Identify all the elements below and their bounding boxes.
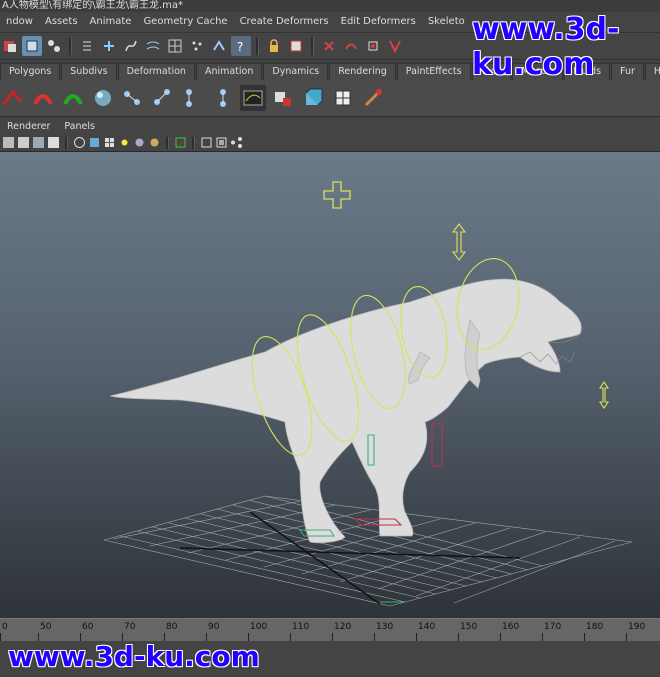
shelf-joint-icon-3[interactable] [180, 85, 206, 111]
camera-select-icon[interactable] [2, 136, 15, 149]
timeline-tick-label: 120 [334, 622, 352, 632]
timeline-tick [290, 633, 291, 641]
snap-view-plane-icon[interactable] [385, 36, 405, 56]
shelf-set-key-icon[interactable] [270, 85, 296, 111]
shelf-tab-dynamics[interactable]: Dynamics [263, 63, 329, 80]
timeline-tick-label: 140 [418, 622, 436, 632]
time-ruler[interactable]: 0 50 60 70 80 90 100 110 120 130 140 150 160 170 180 19… [0, 618, 660, 641]
curve-filter-icon[interactable] [121, 36, 141, 56]
timeline-tick-label: 60 [82, 622, 94, 632]
watermark-bottom: www.3d-ku.com [8, 640, 260, 673]
mask-menu-icon[interactable] [77, 36, 97, 56]
timeline-tick-label: 50 [40, 622, 52, 632]
timeline-tick [374, 633, 375, 641]
timeline-tick-label: 150 [460, 622, 478, 632]
smooth-shade-icon[interactable] [88, 136, 101, 149]
menu-animate[interactable]: Animate [84, 12, 138, 32]
svg-text:?: ? [237, 40, 243, 54]
trex-model[interactable] [109, 278, 582, 544]
timeline-tick-label: 190 [628, 622, 646, 632]
shelf-sphere-icon[interactable] [90, 85, 116, 111]
snap-curve-icon[interactable] [341, 36, 361, 56]
camera-attributes-icon[interactable] [17, 136, 30, 149]
wireframe-icon[interactable] [73, 136, 86, 149]
select-hierarchy-icon[interactable] [0, 36, 20, 56]
shelf-tab-painteffects[interactable]: PaintEffects [396, 63, 471, 80]
lock-selection-icon[interactable] [264, 36, 284, 56]
use-all-lights-icon[interactable] [118, 136, 131, 149]
shelf-graph-editor-icon[interactable] [240, 85, 266, 111]
shadows-icon[interactable] [133, 136, 146, 149]
select-object-icon[interactable] [22, 36, 42, 56]
timeline-tick [542, 633, 543, 641]
shelf-joint-icon-1[interactable] [120, 85, 146, 111]
shelf-tab-polygons[interactable]: Polygons [0, 63, 61, 80]
shelf-skin-red-icon[interactable] [30, 85, 56, 111]
menu-panels[interactable]: Panels [57, 121, 102, 132]
shelf-skin-green-icon[interactable] [60, 85, 86, 111]
isolate-select-icon[interactable] [174, 136, 187, 149]
viewport-scene [103, 181, 633, 607]
menu-window[interactable]: ndow [0, 12, 39, 32]
timeline-tick-label: 80 [166, 622, 178, 632]
shelf-paint-icon[interactable] [360, 85, 386, 111]
timeline-tick-label: 130 [376, 622, 394, 632]
panel-toolbar [0, 134, 660, 152]
surface-filter-icon[interactable] [143, 36, 163, 56]
snap-point-icon[interactable] [363, 36, 383, 56]
timeline-tick [0, 633, 1, 641]
panel-menu-bar: Renderer Panels [0, 118, 660, 134]
viewport-3d[interactable] [0, 152, 660, 618]
xray-joints-icon[interactable] [215, 136, 228, 149]
menu-create-deformers[interactable]: Create Deformers [234, 12, 335, 32]
timeline-tick [500, 633, 501, 641]
timeline-tick [626, 633, 627, 641]
shelf-cube-icon[interactable] [300, 85, 326, 111]
timeline-tick [584, 633, 585, 641]
timeline-tick-label: 70 [124, 622, 136, 632]
shelf-checker-cube-icon[interactable] [330, 85, 356, 111]
textured-icon[interactable] [103, 136, 116, 149]
highlight-selection-icon[interactable] [286, 36, 306, 56]
select-component-icon[interactable] [44, 36, 64, 56]
window-title-bar: A人物模型\有绑定的\霸王龙\霸王龙.ma* [0, 0, 660, 12]
timeline-tick-label: 160 [502, 622, 520, 632]
timeline-tick-label: 100 [250, 622, 268, 632]
timeline-tick-label: 90 [208, 622, 220, 632]
dynamics-filter-icon[interactable] [187, 36, 207, 56]
window-title: A人物模型\有绑定的\霸王龙\霸王龙.ma* [2, 0, 183, 11]
timeline-tick-label: 170 [544, 622, 562, 632]
joint-filter-icon[interactable] [99, 36, 119, 56]
timeline-tick [458, 633, 459, 641]
shelf-joint-icon-4[interactable] [210, 85, 236, 111]
watermark-top: www.3d-ku.com [472, 12, 620, 82]
render-filter-icon[interactable] [209, 36, 229, 56]
menu-geometry-cache[interactable]: Geometry Cache [137, 12, 233, 32]
shelf-tab-subdivs[interactable]: Subdivs [61, 63, 117, 80]
timeline-tick [332, 633, 333, 641]
shelf-icons [0, 80, 660, 117]
ambient-occlusion-icon[interactable] [148, 136, 161, 149]
deformer-filter-icon[interactable] [165, 36, 185, 56]
timeline-tick [416, 633, 417, 641]
xray-icon[interactable] [200, 136, 213, 149]
shelf-ik-handle-icon[interactable] [0, 85, 26, 111]
shelf-tab-animation[interactable]: Animation [195, 63, 263, 80]
snap-grid-icon[interactable] [319, 36, 339, 56]
menu-renderer[interactable]: Renderer [0, 121, 57, 132]
menu-edit-deformers[interactable]: Edit Deformers [335, 12, 422, 32]
shelf-tab-deformation[interactable]: Deformation [117, 63, 195, 80]
ground-grid [103, 495, 633, 607]
shelf-joint-icon-2[interactable] [150, 85, 176, 111]
menu-assets[interactable]: Assets [39, 12, 84, 32]
timeline-tick-label: 0 [2, 622, 8, 632]
menu-skeleton[interactable]: Skeleto [422, 12, 471, 32]
timeline-tick-label: 180 [586, 622, 604, 632]
image-plane-icon[interactable] [47, 136, 60, 149]
share-view-icon[interactable] [230, 136, 243, 149]
bookmark-icon[interactable] [32, 136, 45, 149]
shelf-tab-rendering[interactable]: Rendering [329, 63, 396, 80]
misc-filter-icon[interactable]: ? [231, 36, 251, 56]
timeline-tick-label: 110 [292, 622, 310, 632]
